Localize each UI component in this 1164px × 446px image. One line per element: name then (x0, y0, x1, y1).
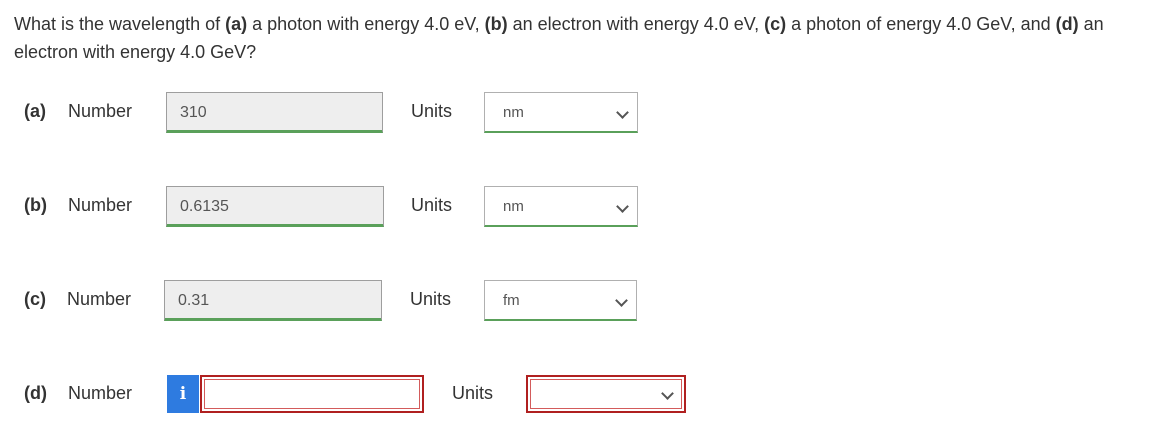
chevron-down-icon (661, 387, 674, 400)
info-icon[interactable]: i (167, 375, 199, 413)
question-part-d: (d) (1055, 14, 1079, 34)
question-text-3: an electron with energy 4.0 eV, (507, 14, 765, 34)
part-a-units-select[interactable]: nm (484, 92, 638, 133)
question-part-a: (a) (225, 14, 248, 34)
part-b-units-value: nm (503, 198, 524, 215)
question-text-1: What is the wavelength of (14, 14, 226, 34)
part-b-label: (b) (24, 195, 47, 215)
question-part-c: (c) (764, 14, 787, 34)
question-text-4: a photon of energy 4.0 GeV, and (786, 14, 1056, 34)
part-d-number-input[interactable] (200, 375, 424, 413)
chevron-down-icon (616, 200, 629, 213)
question-text-line2: electron with energy 4.0 GeV? (14, 42, 257, 62)
part-c-units-select[interactable]: fm (484, 280, 637, 321)
question-text-5: an (1078, 14, 1104, 34)
chevron-down-icon (615, 294, 628, 307)
part-c-units-value: fm (503, 292, 520, 309)
part-c-number-input[interactable]: 0.31 (164, 280, 382, 321)
question-text-2: a photon with energy 4.0 eV, (247, 14, 485, 34)
part-c-label: (c) (24, 289, 46, 309)
chevron-down-icon (616, 106, 629, 119)
part-b-units-select[interactable]: nm (484, 186, 638, 227)
question-part-b: (b) (484, 14, 508, 34)
part-a-number-input[interactable]: 310 (166, 92, 383, 133)
part-d-units-select[interactable] (526, 375, 686, 413)
part-d-units-label: Units (452, 383, 494, 403)
part-d-label: (d) (24, 383, 47, 403)
part-c-units-label: Units (410, 289, 452, 309)
part-c-number-label: Number (67, 289, 132, 309)
part-a-number-label: Number (68, 101, 133, 121)
part-d-number-label: Number (68, 383, 133, 403)
part-b-number-label: Number (68, 195, 133, 215)
part-a-label: (a) (24, 101, 46, 121)
question-text: What is the wavelength of (a) a photon w… (14, 10, 1164, 66)
part-b-number-input[interactable]: 0.6135 (166, 186, 384, 227)
part-a-units-label: Units (411, 101, 453, 121)
part-b-units-label: Units (411, 195, 453, 215)
part-a-units-value: nm (503, 104, 524, 121)
